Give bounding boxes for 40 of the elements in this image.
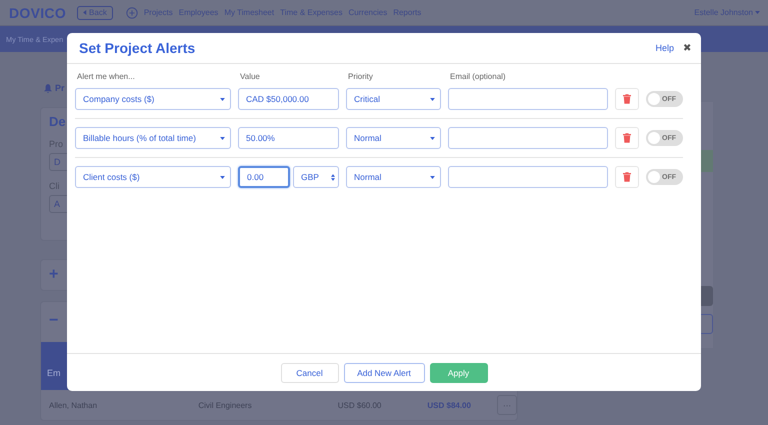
delete-button[interactable] bbox=[615, 127, 639, 149]
cancel-button[interactable]: Cancel bbox=[280, 362, 338, 382]
bell-icon bbox=[44, 84, 52, 92]
caret-down-icon bbox=[220, 136, 225, 140]
column-header: Em bbox=[47, 368, 60, 378]
condition-select[interactable]: Billable hours (% of total time) bbox=[75, 127, 231, 149]
caret-down-icon bbox=[430, 176, 435, 178]
caret-down-icon bbox=[220, 176, 225, 178]
email-field[interactable] bbox=[448, 127, 608, 149]
caret-down-icon bbox=[220, 98, 225, 100]
caret-down-icon bbox=[755, 11, 760, 14]
plus-circle-icon[interactable] bbox=[126, 6, 138, 18]
priority-select[interactable]: Normal bbox=[346, 166, 441, 188]
condition-select[interactable]: Company costs ($) bbox=[75, 88, 231, 110]
column-header: Alert me when... bbox=[76, 70, 136, 82]
currency-select[interactable]: GBP bbox=[293, 166, 339, 188]
delete-button[interactable] bbox=[615, 166, 639, 188]
caret-left-icon bbox=[83, 10, 88, 15]
value-field[interactable]: 0.00 bbox=[238, 166, 290, 188]
value-field[interactable]: 50.00% bbox=[238, 127, 339, 149]
trash-icon bbox=[623, 172, 631, 182]
trash-icon bbox=[623, 133, 631, 143]
trash-icon bbox=[623, 94, 631, 104]
caret-down-icon bbox=[430, 98, 435, 100]
close-button[interactable]: ✖ bbox=[683, 42, 691, 54]
condition-select[interactable]: Client costs ($) bbox=[75, 166, 231, 188]
add-alert-button[interactable]: Add New Alert bbox=[344, 362, 424, 382]
column-header: Email (optional) bbox=[449, 70, 507, 83]
help-link[interactable]: Help bbox=[655, 43, 674, 53]
up-down-arrows-icon bbox=[331, 174, 335, 180]
email-field[interactable] bbox=[448, 166, 608, 188]
delete-button[interactable] bbox=[615, 88, 639, 110]
column-header: Priority bbox=[347, 70, 374, 83]
email-field[interactable] bbox=[448, 88, 608, 110]
priority-select[interactable]: Critical bbox=[346, 88, 441, 110]
column-header: Value bbox=[239, 70, 261, 82]
caret-down-icon bbox=[430, 136, 435, 140]
value-field[interactable]: CAD $50,000.00 bbox=[238, 88, 339, 110]
priority-select[interactable]: Normal bbox=[346, 127, 441, 149]
dialog-title: Set Project Alerts bbox=[79, 40, 196, 56]
